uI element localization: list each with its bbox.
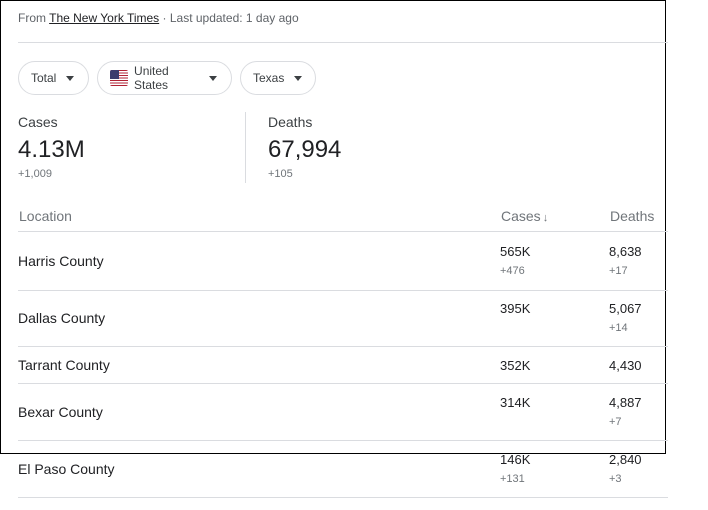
us-flag-icon (110, 70, 129, 86)
row-deaths: 8,638 (609, 244, 642, 259)
row-cases: 146K (500, 452, 531, 467)
last-updated: · Last updated: 1 day ago (162, 11, 299, 25)
caret-down-icon (294, 75, 303, 81)
row-location: El Paso County (18, 461, 115, 477)
table-row[interactable]: Tarrant County 352K 4,430 (18, 347, 668, 384)
deaths-value: 67,994 (268, 136, 342, 163)
table-row[interactable]: Dallas County 395K 5,067 +14 (18, 290, 668, 347)
row-deaths: 4,887 (609, 395, 642, 410)
country-dropdown-label: United States (134, 64, 169, 92)
metric-dropdown-label: Total (31, 71, 57, 85)
metric-dropdown[interactable]: Total (18, 61, 89, 95)
cases-label: Cases (18, 114, 58, 130)
deaths-label: Deaths (268, 114, 313, 130)
row-cases: 352K (500, 358, 531, 373)
table-row[interactable]: Bexar County 314K 4,887 +7 (18, 384, 668, 441)
table-row[interactable]: El Paso County 146K +131 2,840 +3 (18, 441, 668, 498)
row-deaths-delta: +17 (609, 265, 628, 277)
row-cases-delta: +131 (500, 473, 525, 485)
region-dropdown[interactable]: Texas (240, 61, 316, 95)
cases-header[interactable]: Cases ↓ (501, 208, 548, 224)
row-deaths: 2,840 (609, 452, 642, 467)
caret-down-icon (66, 75, 75, 81)
row-cases-delta: +476 (500, 265, 525, 277)
table-row[interactable]: Harris County 565K +476 8,638 +17 (18, 231, 668, 291)
source-link[interactable]: The New York Times (49, 11, 159, 25)
caret-down-icon (209, 75, 217, 81)
row-location: Tarrant County (18, 357, 110, 373)
source-line: From The New York Times · Last updated: … (18, 11, 299, 25)
cases-delta: +1,009 (18, 168, 52, 180)
cases-value: 4.13M (18, 136, 85, 163)
deaths-header[interactable]: Deaths (610, 208, 654, 224)
row-location: Bexar County (18, 404, 103, 420)
row-deaths-delta: +7 (609, 416, 622, 428)
arrow-down-icon: ↓ (542, 212, 549, 224)
divider (18, 42, 668, 43)
row-location: Dallas County (18, 310, 106, 326)
source-prefix: From (18, 11, 46, 25)
row-location: Harris County (18, 253, 104, 269)
deaths-delta: +105 (268, 168, 293, 180)
region-dropdown-label: Texas (253, 71, 285, 85)
row-cases: 395K (500, 301, 531, 316)
row-deaths-delta: +14 (609, 322, 628, 334)
row-deaths: 5,067 (609, 301, 642, 316)
location-header[interactable]: Location (19, 208, 72, 224)
row-cases: 565K (500, 244, 531, 259)
cases-header-label: Cases (501, 208, 541, 224)
row-cases: 314K (500, 395, 531, 410)
row-deaths: 4,430 (609, 358, 642, 373)
row-deaths-delta: +3 (609, 473, 622, 485)
stat-divider (245, 112, 246, 183)
country-dropdown[interactable]: United States (97, 61, 232, 95)
